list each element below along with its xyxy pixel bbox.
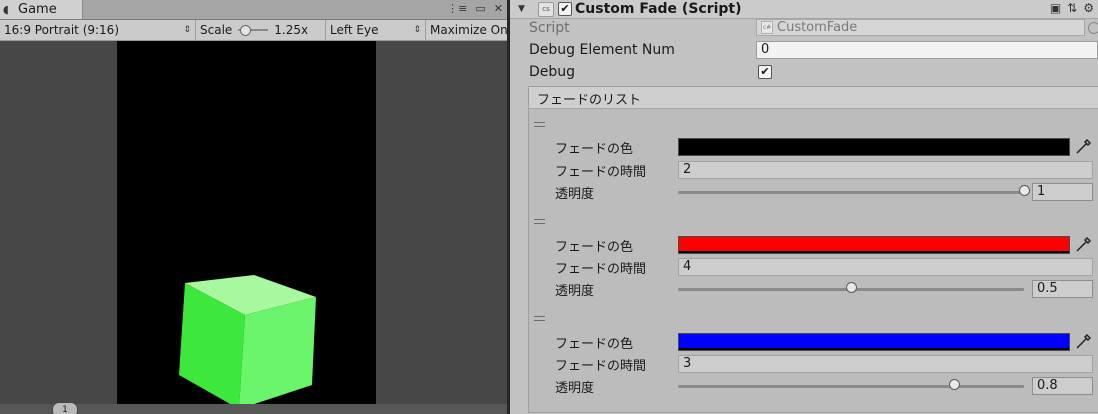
game-canvas[interactable] (117, 41, 376, 408)
script-row: Script c# CustomFade (510, 18, 1098, 38)
alpha-row: 透明度 1 (529, 182, 1098, 202)
script-file-icon: c# (761, 21, 773, 34)
alpha-slider-knob[interactable] (1018, 185, 1030, 196)
alpha-row: 透明度 0.8 (529, 376, 1098, 396)
color-field[interactable] (678, 236, 1070, 254)
script-value: CustomFade (777, 20, 858, 35)
eyedropper-icon[interactable] (1075, 236, 1091, 253)
debug-checkbox[interactable]: ✔ (758, 65, 772, 79)
fade-list-title: フェードのリスト (537, 93, 642, 108)
component-header[interactable]: ▼ cs ✔ Custom Fade (Script) ▣ ⇅ ⚙ (510, 0, 1098, 19)
debug-num-row: Debug Element Num 0 (510, 40, 1098, 60)
game-view: ◖ Game ⋮≡ ▭ ✕ 16:9 Portrait (9:16) ⇕ Sca… (0, 0, 507, 414)
maximize-icon[interactable]: ▭ (475, 2, 485, 16)
time-label: フェードの時間 (555, 359, 647, 374)
time-field[interactable]: 2 (678, 161, 1093, 179)
alpha-label: 透明度 (555, 284, 595, 299)
settings-icon[interactable]: ⇅ (1067, 1, 1077, 15)
alpha-slider-knob[interactable] (949, 379, 961, 390)
time-field[interactable]: 4 (678, 258, 1093, 276)
tab-game-label: Game (18, 2, 57, 17)
alpha-label: 透明度 (555, 381, 595, 396)
time-row: フェードの時間 2 (529, 160, 1098, 180)
scale-value: 1.25x (274, 23, 309, 37)
scale-slider[interactable] (238, 25, 269, 36)
debug-num-label: Debug Element Num (529, 42, 675, 58)
color-field[interactable] (678, 138, 1070, 156)
color-label: フェードの色 (555, 337, 634, 352)
color-row: フェードの色 (529, 235, 1098, 255)
alpha-label: 透明度 (555, 187, 595, 202)
eyedropper-icon[interactable] (1075, 138, 1091, 155)
list-item: フェードの色 フェードの時間 4 透明度 0.5 (529, 215, 1098, 312)
alpha-field[interactable]: 1 (1032, 183, 1093, 201)
eye-label: Left Eye (330, 23, 379, 37)
time-field[interactable]: 3 (678, 355, 1093, 373)
gear-icon[interactable]: ⚙ (1083, 1, 1094, 15)
script-icon: cs (538, 1, 554, 17)
debug-num-field[interactable]: 0 (756, 41, 1098, 59)
updown-arrow-icon: ⇕ (183, 25, 191, 35)
component-title: Custom Fade (Script) (575, 1, 742, 17)
alpha-field[interactable]: 0.5 (1032, 280, 1093, 298)
drag-handle-icon[interactable] (534, 316, 545, 324)
bottom-badge: 1 (52, 402, 78, 414)
header-icons: ▣ ⇅ ⚙ (1050, 1, 1094, 15)
scale-label: Scale (200, 23, 233, 37)
book-icon[interactable]: ▣ (1050, 1, 1061, 15)
script-field[interactable]: c# CustomFade (756, 19, 1098, 36)
alpha-slider-knob[interactable] (845, 282, 857, 293)
alpha-row: 透明度 0.5 (529, 279, 1098, 299)
eye-dropdown[interactable]: Left Eye ⇕ (326, 20, 426, 40)
tab-menu-icon[interactable]: ⋮≡ (447, 2, 467, 16)
eyedropper-icon[interactable] (1075, 333, 1091, 350)
alpha-field[interactable]: 0.8 (1032, 377, 1093, 395)
drag-handle-icon[interactable] (534, 122, 545, 130)
tab-game[interactable]: ◖ Game (0, 0, 83, 19)
time-label: フェードの時間 (555, 262, 647, 277)
game-area (0, 41, 507, 414)
fade-list: フェードのリスト フェードの色 フェードの時間 2 透明度 1 フェードの色 フ… (528, 86, 1098, 413)
list-item: フェードの色 フェードの時間 2 透明度 1 (529, 118, 1098, 215)
color-label: フェードの色 (555, 240, 634, 255)
color-row: フェードの色 (529, 332, 1098, 352)
scale-control: Scale 1.25x (196, 20, 326, 40)
color-field[interactable] (678, 333, 1070, 351)
component-enabled-checkbox[interactable]: ✔ (558, 2, 572, 16)
fade-list-header[interactable]: フェードのリスト (529, 87, 1098, 109)
game-controller-icon: ◖ (3, 3, 9, 16)
color-row: フェードの色 (529, 137, 1098, 157)
time-row: フェードの時間 4 (529, 257, 1098, 277)
game-tabbar: ◖ Game ⋮≡ ▭ ✕ (0, 0, 507, 20)
maximize-on-play-button[interactable]: Maximize On (426, 20, 507, 40)
color-label: フェードの色 (555, 142, 634, 157)
game-toolbar: 16:9 Portrait (9:16) ⇕ Scale 1.25x Left … (0, 20, 507, 41)
drag-handle-icon[interactable] (534, 219, 545, 227)
updown-arrow-icon: ⇕ (413, 25, 421, 35)
tab-tools: ⋮≡ ▭ ✕ (447, 2, 503, 16)
debug-label: Debug (529, 64, 576, 80)
alpha-slider[interactable] (678, 385, 1024, 388)
script-label: Script (529, 20, 570, 36)
inspector-panel: ▼ cs ✔ Custom Fade (Script) ▣ ⇅ ⚙ Script… (510, 0, 1098, 414)
aspect-label: 16:9 Portrait (9:16) (4, 23, 120, 37)
list-item: フェードの色 フェードの時間 3 透明度 0.8 (529, 312, 1098, 409)
time-row: フェードの時間 3 (529, 354, 1098, 374)
aspect-dropdown[interactable]: 16:9 Portrait (9:16) ⇕ (0, 20, 196, 40)
time-label: フェードの時間 (555, 165, 647, 180)
maximize-label: Maximize On (430, 23, 507, 37)
scale-slider-knob[interactable] (240, 25, 252, 36)
alpha-slider[interactable] (678, 191, 1024, 194)
debug-row: Debug ✔ (510, 62, 1098, 82)
green-cube (179, 275, 316, 408)
close-icon[interactable]: ✕ (494, 2, 503, 16)
object-picker-icon[interactable] (1088, 22, 1098, 34)
fold-arrow-icon[interactable]: ▼ (518, 4, 530, 14)
